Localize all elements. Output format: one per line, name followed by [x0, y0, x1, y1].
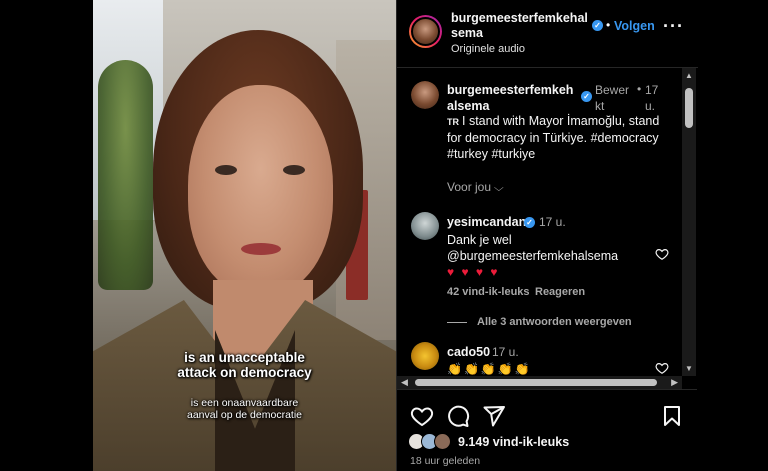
caption-verified-badge-icon: ✓	[581, 91, 592, 102]
follow-button[interactable]: Volgen	[614, 19, 655, 33]
comment-body: Dank je wel @burgemeesterfemkehalsema	[447, 233, 619, 263]
comment-verified-badge-icon: ✓	[524, 217, 535, 228]
video-subtitle-main-line1: is an unacceptable	[184, 350, 305, 365]
header-username[interactable]: burgemeesterfemkehalsema	[451, 11, 593, 41]
header-avatar-image	[411, 17, 440, 46]
caption-edited-label: Bewerkt	[595, 83, 630, 113]
caption-body: I stand with Mayor İmamoğlu, stand for d…	[447, 114, 660, 161]
caption-username[interactable]: burgemeesterfemkehalsema	[447, 82, 577, 114]
more-options-icon[interactable]: ···	[663, 16, 684, 37]
comment-text: Dank je wel @burgemeesterfemkehalsema ♥ …	[447, 232, 642, 280]
video-subtitle-translation: is een onaanvaardbare aanval op de democ…	[93, 397, 396, 421]
video-background-plant	[98, 60, 153, 290]
caption-timestamp[interactable]: 17 u.	[645, 82, 665, 114]
view-replies-label: Alle 3 antwoorden weergeven	[477, 316, 632, 328]
scroll-down-arrow-icon[interactable]: ▼	[685, 364, 693, 373]
post-timestamp[interactable]: 18 uur geleden	[410, 455, 480, 467]
save-bookmark-icon[interactable]	[660, 404, 684, 428]
view-replies-button[interactable]: Alle 3 antwoorden weergeven	[447, 316, 632, 328]
comment-reply-button[interactable]: Reageren	[535, 286, 585, 298]
video-player[interactable]: is an unacceptable attack on democracy i…	[93, 0, 396, 471]
translation-badge: TR	[447, 117, 459, 127]
post-likes-count[interactable]: 9.149 vind-ik-leuks	[458, 435, 569, 449]
video-person-eye-left	[215, 165, 237, 175]
comment-clap-emoji: 👏👏👏👏👏	[447, 362, 532, 376]
horizontal-scrollbar[interactable]: ◀ ▶	[397, 376, 682, 389]
video-person-mouth	[241, 243, 281, 255]
caption-avatar[interactable]	[411, 81, 439, 109]
chevron-down-icon: ⌵	[493, 183, 504, 194]
video-subtitle-translation-line1: is een onaanvaardbare	[190, 397, 299, 409]
verified-badge-icon: ✓	[592, 20, 603, 31]
scroll-up-arrow-icon[interactable]: ▲	[685, 71, 693, 80]
comment-timestamp[interactable]: 17 u.	[539, 215, 566, 229]
caption-separator-dot: •	[637, 82, 642, 96]
post-actions-bar: 9.149 vind-ik-leuks 18 uur geleden	[396, 389, 697, 471]
header-audio-label[interactable]: Originele audio	[451, 43, 525, 55]
comment-avatar[interactable]	[411, 212, 439, 240]
header-avatar[interactable]	[409, 15, 442, 48]
view-replies-line	[447, 321, 467, 323]
comment-avatar[interactable]	[411, 342, 439, 370]
scroll-left-arrow-icon[interactable]: ◀	[401, 377, 408, 388]
caption-text: TR I stand with Mayor İmamoğlu, stand for…	[447, 113, 665, 162]
video-person-eye-right	[283, 165, 305, 175]
video-person-face	[188, 85, 333, 295]
comment-like-heart-icon[interactable]	[655, 247, 669, 261]
liker-avatar	[434, 433, 451, 450]
video-subtitle-main-line2: attack on democracy	[177, 365, 312, 380]
for-you-label: Voor jou	[447, 180, 492, 194]
for-you-toggle[interactable]: Voor jou ⌵	[447, 180, 504, 194]
comment-timestamp[interactable]: 17 u.	[492, 345, 519, 359]
comment-likes-count[interactable]: 42 vind-ik-leuks	[447, 286, 530, 298]
like-heart-icon[interactable]	[410, 404, 434, 428]
comment-username[interactable]: cado50	[447, 345, 490, 359]
comment-username[interactable]: yesimcandan	[447, 215, 526, 229]
vertical-scrollbar-thumb[interactable]	[685, 88, 693, 128]
comments-scroll-area[interactable]: burgemeesterfemkehalsema ✓ Bewerkt • 17 …	[397, 69, 698, 376]
post-header: burgemeesterfemkehalsema Originele audio…	[397, 0, 698, 68]
comment-heart-emoji: ♥ ♥ ♥ ♥	[447, 265, 500, 279]
scroll-right-arrow-icon[interactable]: ▶	[671, 377, 678, 388]
header-separator-dot: •	[606, 18, 611, 32]
caption-avatar-image	[411, 81, 439, 109]
liker-avatars[interactable]	[408, 433, 460, 451]
comment-icon[interactable]	[446, 404, 470, 428]
video-subtitle-main: is an unacceptable attack on democracy	[93, 350, 396, 380]
horizontal-scrollbar-thumb[interactable]	[415, 379, 657, 386]
video-subtitle-translation-line2: aanval op de democratie	[187, 409, 302, 421]
share-send-icon[interactable]	[482, 404, 506, 428]
vertical-scrollbar[interactable]: ▲ ▼	[682, 68, 696, 376]
comment-like-heart-icon[interactable]	[655, 361, 669, 375]
